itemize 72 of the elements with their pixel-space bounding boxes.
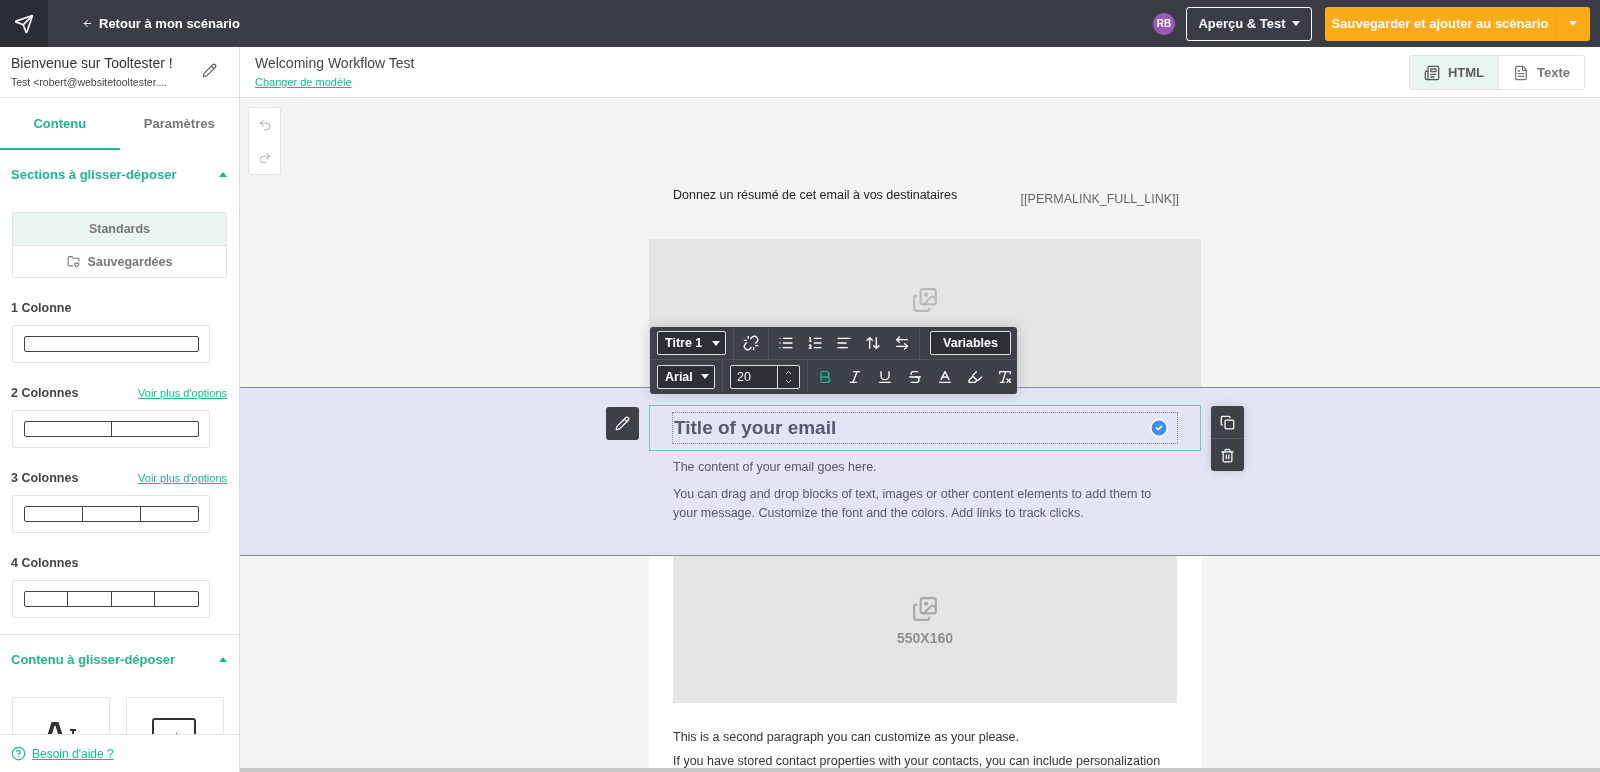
back-link[interactable]: Retour à mon scénario bbox=[82, 16, 240, 31]
image-size-label: 550X160 bbox=[896, 630, 954, 646]
preheader-text: Donnez un résumé de cet email à vos destinataires bbox=[673, 188, 958, 204]
layout-block[interactable] bbox=[12, 410, 210, 448]
pencil-icon bbox=[615, 416, 630, 431]
column-layout-icon bbox=[23, 421, 199, 437]
save-options-button[interactable] bbox=[1555, 6, 1590, 41]
trash-icon bbox=[1220, 447, 1235, 463]
body-paragraph: If you have stored contact properties with your contacts, you can include personalization bbox=[672, 753, 1162, 770]
highlight-icon bbox=[967, 368, 983, 385]
italic-icon bbox=[847, 368, 863, 385]
strikethrough-icon bbox=[907, 368, 923, 385]
layout-block[interactable] bbox=[12, 580, 210, 618]
layout-block[interactable] bbox=[12, 495, 210, 533]
campaign-title: Bienvenue sur Tooltester ! bbox=[11, 55, 173, 71]
template-name: Welcoming Workflow Test bbox=[255, 55, 415, 71]
left-right-arrows-icon bbox=[894, 335, 910, 351]
layout-block[interactable] bbox=[12, 325, 210, 363]
logo-button[interactable] bbox=[0, 0, 48, 47]
layout-label: 1 Colonne bbox=[11, 301, 72, 315]
underline-icon bbox=[877, 368, 893, 385]
undo-icon bbox=[257, 117, 272, 132]
bullet-list-icon bbox=[778, 335, 794, 351]
more-options-link[interactable]: Voir plus d'options bbox=[138, 387, 227, 399]
segment-tab[interactable]: Standards bbox=[13, 213, 226, 245]
column-layout-icon bbox=[23, 591, 199, 607]
edit-pencil-icon[interactable] bbox=[202, 63, 217, 78]
unlink-icon bbox=[743, 335, 759, 351]
image-icon bbox=[912, 596, 938, 622]
layout-label: 2 Colonnes bbox=[11, 386, 79, 400]
document-icon bbox=[1513, 64, 1529, 81]
segment-tab[interactable]: Sauvegardées bbox=[13, 245, 226, 277]
body-paragraph: The content of your email goes here. bbox=[672, 459, 878, 476]
text-color-icon bbox=[937, 368, 953, 385]
help-icon bbox=[11, 746, 26, 761]
unlink-button[interactable] bbox=[741, 333, 761, 353]
font-size-input[interactable]: 20 bbox=[731, 365, 777, 388]
layout-label: 3 Colonnes bbox=[11, 471, 79, 485]
align-left-icon bbox=[836, 335, 852, 351]
back-arrow-icon bbox=[82, 18, 93, 29]
variables-button[interactable]: Variables bbox=[930, 331, 1011, 355]
view-mode-button[interactable]: HTML bbox=[1409, 56, 1498, 89]
sender-address: Test <robert@websitetooltester.... bbox=[11, 76, 169, 88]
user-avatar[interactable]: RB bbox=[1153, 12, 1175, 35]
help-link[interactable]: Besoin d'aide ? bbox=[32, 746, 114, 761]
clear-format-icon bbox=[997, 368, 1013, 385]
body-paragraph: This is a second paragraph you can customize as your please. bbox=[672, 729, 1021, 746]
newspaper-icon bbox=[1423, 64, 1440, 81]
edit-block-button[interactable] bbox=[606, 407, 639, 440]
numbered-list-icon bbox=[807, 335, 823, 351]
font-select[interactable]: Arial bbox=[657, 364, 715, 389]
redo-icon bbox=[257, 150, 272, 165]
column-layout-icon bbox=[23, 336, 199, 352]
change-template-link[interactable]: Changer de modèle bbox=[255, 76, 352, 88]
copy-icon bbox=[1220, 414, 1235, 430]
title-field[interactable]: Title of your email bbox=[672, 412, 1178, 444]
permalink-tag: [[PERMALINK_FULL_LINK]] bbox=[1020, 192, 1179, 239]
view-mode-button[interactable]: Texte bbox=[1498, 56, 1584, 89]
paper-plane-icon bbox=[14, 13, 34, 34]
more-options-link[interactable]: Voir plus d'options bbox=[138, 472, 227, 484]
image-icon bbox=[912, 287, 938, 313]
body-paragraph: You can drag and drop blocks of text, images or other content elements to add them to your message. Customize the font and the colors. Add links to track clicks. bbox=[672, 486, 1153, 522]
column-layout-icon bbox=[23, 506, 199, 522]
block-style-select[interactable]: Titre 1 bbox=[657, 331, 726, 355]
bold-icon bbox=[817, 368, 833, 385]
horizontal-scrollbar[interactable] bbox=[240, 768, 1600, 772]
check-icon bbox=[1149, 418, 1169, 438]
folder-icon bbox=[66, 255, 80, 268]
preview-button[interactable]: Aperçu & Test bbox=[1186, 6, 1312, 41]
font-size-field[interactable]: 20 bbox=[730, 364, 800, 389]
layout-label: 4 Colonnes bbox=[11, 556, 79, 570]
up-down-arrows-icon bbox=[865, 335, 881, 351]
